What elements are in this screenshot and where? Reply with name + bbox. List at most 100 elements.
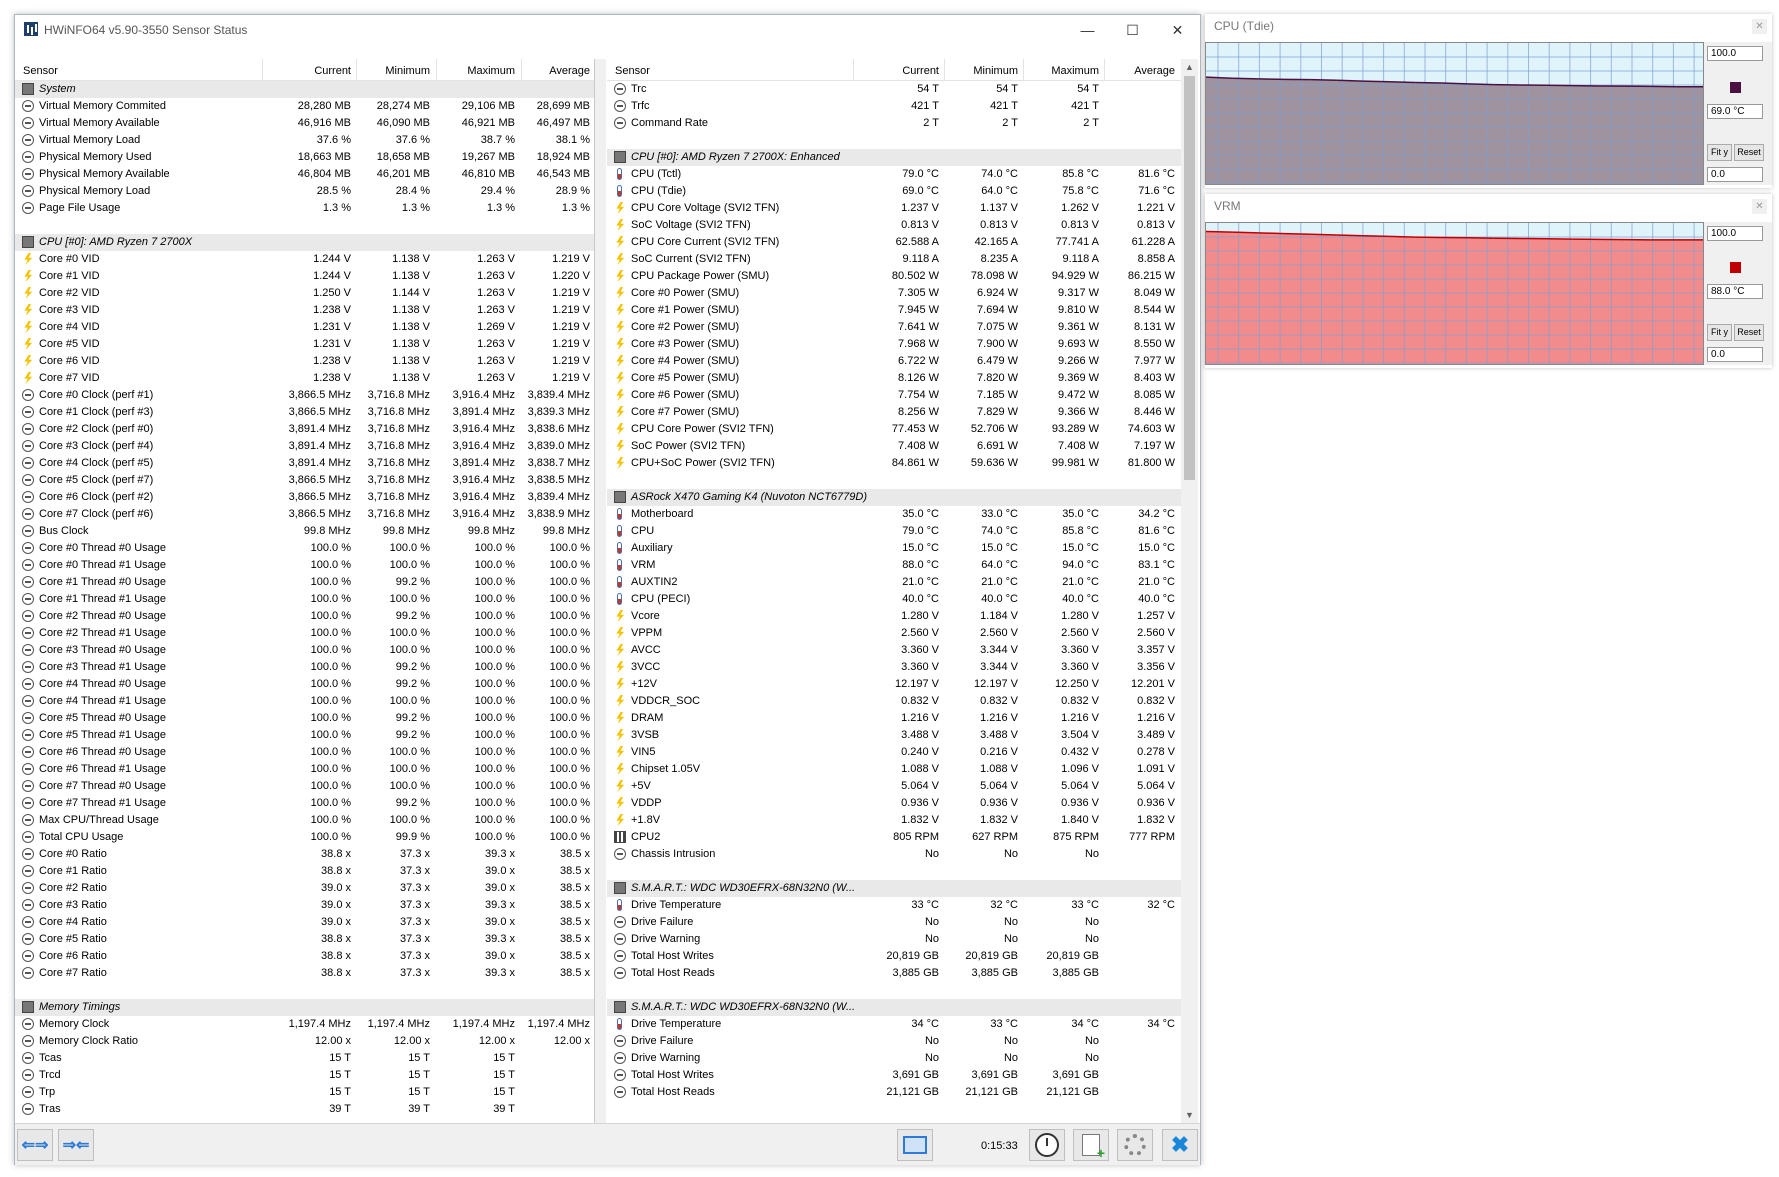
sensor-row[interactable]: Virtual Memory Load 37.6 % 37.6 % 38.7 % 38.…: [15, 132, 594, 149]
sensor-row[interactable]: VDDP 0.936 V 0.936 V 0.936 V 0.936 V: [607, 795, 1181, 812]
sensor-row[interactable]: Core #7 Thread #0 Usage 100.0 % 100.0 % 100…: [15, 778, 594, 795]
sensor-row[interactable]: Core #0 VID 1.244 V 1.138 V 1.263 V 1.219 V: [15, 251, 594, 268]
sensor-row[interactable]: Memory Clock Ratio 12.00 x 12.00 x 12.00 x 1…: [15, 1033, 594, 1050]
sensor-row[interactable]: Core #3 VID 1.238 V 1.138 V 1.263 V 1.219 V: [15, 302, 594, 319]
sensor-row[interactable]: Drive Temperature 33 °C 32 °C 33 °C 32 °C: [607, 897, 1181, 914]
sensor-row[interactable]: Physical Memory Load 28.5 % 28.4 % 29.4 % 28…: [15, 183, 594, 200]
graph-min-field[interactable]: 0.0: [1707, 167, 1763, 182]
sensor-group-header[interactable]: ASRock X470 Gaming K4 (Nuvoton NCT6779D): [607, 489, 1181, 506]
sensor-row[interactable]: Virtual Memory Available 46,916 MB 46,090 …: [15, 115, 594, 132]
sensor-row[interactable]: 3VSB 3.488 V 3.488 V 3.504 V 3.489 V: [607, 727, 1181, 744]
sensor-row[interactable]: CPU Core Power (SVI2 TFN) 77.453 W 52.706 …: [607, 421, 1181, 438]
sensor-row[interactable]: Core #2 Ratio 39.0 x 37.3 x 39.0 x 38.5 x: [15, 880, 594, 897]
column-minimum[interactable]: Minimum: [945, 65, 1018, 77]
vertical-scrollbar[interactable]: ▲ ▼: [1181, 59, 1198, 1123]
sensor-row[interactable]: CPU (PECI) 40.0 °C 40.0 °C 40.0 °C 40.0 °C: [607, 591, 1181, 608]
sensor-row[interactable]: Core #6 Ratio 38.8 x 37.3 x 39.0 x 38.5 x: [15, 948, 594, 965]
sensor-row[interactable]: SoC Voltage (SVI2 TFN) 0.813 V 0.813 V 0.81…: [607, 217, 1181, 234]
sensor-row[interactable]: Core #7 Clock (perf #6) 3,866.5 MHz 3,716.…: [15, 506, 594, 523]
sensor-row[interactable]: Auxiliary 15.0 °C 15.0 °C 15.0 °C 15.0 °C: [607, 540, 1181, 557]
close-window-button[interactable]: ✕: [1155, 15, 1200, 45]
sensor-row[interactable]: Core #6 Clock (perf #2) 3,866.5 MHz 3,716.…: [15, 489, 594, 506]
sensor-row[interactable]: Core #7 Thread #1 Usage 100.0 % 99.2 % 100.…: [15, 795, 594, 812]
sensor-row[interactable]: Core #6 VID 1.238 V 1.138 V 1.263 V 1.219 V: [15, 353, 594, 370]
sensor-row[interactable]: Motherboard 35.0 °C 33.0 °C 35.0 °C 34.2 °C: [607, 506, 1181, 523]
sensor-row[interactable]: CPU+SoC Power (SVI2 TFN) 84.861 W 59.636 W…: [607, 455, 1181, 472]
sensor-row[interactable]: Core #5 VID 1.231 V 1.138 V 1.263 V 1.219 V: [15, 336, 594, 353]
sensor-row[interactable]: +5V 5.064 V 5.064 V 5.064 V 5.064 V: [607, 778, 1181, 795]
sensor-row[interactable]: Core #1 Power (SMU) 7.945 W 7.694 W 9.810 W…: [607, 302, 1181, 319]
sensor-row[interactable]: Core #1 Thread #1 Usage 100.0 % 100.0 % 100…: [15, 591, 594, 608]
sensor-row[interactable]: Core #1 VID 1.244 V 1.138 V 1.263 V 1.220 V: [15, 268, 594, 285]
sensor-row[interactable]: Command Rate 2 T 2 T 2 T: [607, 115, 1181, 132]
minimize-button[interactable]: —: [1065, 15, 1110, 45]
sensor-row[interactable]: Core #6 Thread #1 Usage 100.0 % 100.0 % 100…: [15, 761, 594, 778]
sensor-row[interactable]: Total Host Writes 20,819 GB 20,819 GB 20,81…: [607, 948, 1181, 965]
sensor-group-header[interactable]: CPU [#0]: AMD Ryzen 7 2700X: [15, 234, 594, 251]
clock-reset-button[interactable]: [1029, 1129, 1065, 1161]
sensor-row[interactable]: Trp 15 T 15 T 15 T: [15, 1084, 594, 1101]
sensor-row[interactable]: Tcas 15 T 15 T 15 T: [15, 1050, 594, 1067]
column-current[interactable]: Current: [263, 65, 351, 77]
sensor-row[interactable]: Memory Clock 1,197.4 MHz 1,197.4 MHz 1,197.…: [15, 1016, 594, 1033]
sensor-row[interactable]: Core #4 Clock (perf #5) 3,891.4 MHz 3,716.…: [15, 455, 594, 472]
expand-columns-button[interactable]: ⇐⇒: [17, 1129, 53, 1161]
sensor-row[interactable]: DRAM 1.216 V 1.216 V 1.216 V 1.216 V: [607, 710, 1181, 727]
sensor-row[interactable]: Core #3 Power (SMU) 7.968 W 7.900 W 9.693 W…: [607, 336, 1181, 353]
sensor-row[interactable]: Physical Memory Used 18,663 MB 18,658 MB 19…: [15, 149, 594, 166]
reset-button[interactable]: Reset: [1734, 144, 1764, 161]
sensor-row[interactable]: Drive Warning No No No: [607, 1050, 1181, 1067]
sensor-row[interactable]: Chassis Intrusion No No No: [607, 846, 1181, 863]
sensor-row[interactable]: Drive Failure No No No: [607, 914, 1181, 931]
sensor-row[interactable]: Core #2 VID 1.250 V 1.144 V 1.263 V 1.219 V: [15, 285, 594, 302]
sensor-row[interactable]: Core #1 Clock (perf #3) 3,866.5 MHz 3,716.…: [15, 404, 594, 421]
column-average[interactable]: Average: [522, 65, 590, 77]
sensor-row[interactable]: Total Host Reads 21,121 GB 21,121 GB 21,121…: [607, 1084, 1181, 1101]
sensor-row[interactable]: Core #3 Clock (perf #4) 3,891.4 MHz 3,716.…: [15, 438, 594, 455]
sensor-row[interactable]: Core #5 Power (SMU) 8.126 W 7.820 W 9.369 W…: [607, 370, 1181, 387]
sensor-row[interactable]: Virtual Memory Commited 28,280 MB 28,274 M…: [15, 98, 594, 115]
sensor-row[interactable]: Core #6 Power (SMU) 7.754 W 7.185 W 9.472 W…: [607, 387, 1181, 404]
pane-splitter[interactable]: [595, 59, 606, 1123]
sensor-row[interactable]: Total CPU Usage 100.0 % 99.9 % 100.0 % 100.0…: [15, 829, 594, 846]
sensor-row[interactable]: Core #3 Thread #1 Usage 100.0 % 99.2 % 100.…: [15, 659, 594, 676]
sensor-row[interactable]: Core #5 Thread #1 Usage 100.0 % 99.2 % 100.…: [15, 727, 594, 744]
sensor-row[interactable]: Core #4 VID 1.231 V 1.138 V 1.269 V 1.219 V: [15, 319, 594, 336]
column-sensor[interactable]: Sensor: [23, 65, 58, 77]
sensor-row[interactable]: Bus Clock 99.8 MHz 99.8 MHz 99.8 MHz 99.8 MH…: [15, 523, 594, 540]
column-current[interactable]: Current: [854, 65, 939, 77]
sensor-row[interactable]: Core #0 Thread #0 Usage 100.0 % 100.0 % 100…: [15, 540, 594, 557]
sensor-row[interactable]: Core #5 Thread #0 Usage 100.0 % 99.2 % 100.…: [15, 710, 594, 727]
sensor-row[interactable]: Drive Failure No No No: [607, 1033, 1181, 1050]
sensor-row[interactable]: Total Host Reads 3,885 GB 3,885 GB 3,885 GB: [607, 965, 1181, 982]
sensor-row[interactable]: CPU Core Current (SVI2 TFN) 62.588 A 42.16…: [607, 234, 1181, 251]
sensor-row[interactable]: Core #4 Ratio 39.0 x 37.3 x 39.0 x 38.5 x: [15, 914, 594, 931]
sensor-row[interactable]: AVCC 3.360 V 3.344 V 3.360 V 3.357 V: [607, 642, 1181, 659]
sensor-row[interactable]: Vcore 1.280 V 1.184 V 1.280 V 1.257 V: [607, 608, 1181, 625]
sensor-row[interactable]: VRM 88.0 °C 64.0 °C 94.0 °C 83.1 °C: [607, 557, 1181, 574]
logging-button[interactable]: [1073, 1129, 1109, 1161]
graph-close-button[interactable]: ✕: [1752, 19, 1767, 34]
column-average[interactable]: Average: [1105, 65, 1175, 77]
sensor-row[interactable]: 3VCC 3.360 V 3.344 V 3.360 V 3.356 V: [607, 659, 1181, 676]
sensor-row[interactable]: SoC Current (SVI2 TFN) 9.118 A 8.235 A 9.11…: [607, 251, 1181, 268]
sensor-row[interactable]: CPU (Tctl) 79.0 °C 74.0 °C 85.8 °C 81.6 °C: [607, 166, 1181, 183]
collapse-columns-button[interactable]: ⇒⇐: [58, 1129, 94, 1161]
sensor-row[interactable]: Core #3 Thread #0 Usage 100.0 % 100.0 % 100…: [15, 642, 594, 659]
sensor-row[interactable]: +1.8V 1.832 V 1.832 V 1.840 V 1.832 V: [607, 812, 1181, 829]
sensor-row[interactable]: CPU (Tdie) 69.0 °C 64.0 °C 75.8 °C 71.6 °C: [607, 183, 1181, 200]
scroll-down-arrow-icon[interactable]: ▼: [1181, 1107, 1198, 1123]
sensor-row[interactable]: SoC Power (SVI2 TFN) 7.408 W 6.691 W 7.408 …: [607, 438, 1181, 455]
sensor-row[interactable]: Max CPU/Thread Usage 100.0 % 100.0 % 100.0 …: [15, 812, 594, 829]
reset-button[interactable]: Reset: [1734, 324, 1764, 341]
settings-button[interactable]: [1117, 1129, 1153, 1161]
sensor-row[interactable]: Tras 39 T 39 T 39 T: [15, 1101, 594, 1118]
fit-y-button[interactable]: Fit y: [1707, 324, 1732, 341]
sensor-row[interactable]: Physical Memory Available 46,804 MB 46,201…: [15, 166, 594, 183]
sensor-row[interactable]: Core #2 Clock (perf #0) 3,891.4 MHz 3,716.…: [15, 421, 594, 438]
column-minimum[interactable]: Minimum: [357, 65, 430, 77]
right-sensor-pane[interactable]: Sensor Current Minimum Maximum Average T…: [607, 59, 1181, 1123]
sensor-group-header[interactable]: System: [15, 81, 594, 98]
scrollbar-thumb[interactable]: [1184, 76, 1195, 480]
left-sensor-pane[interactable]: Sensor Current Minimum Maximum Average S…: [15, 59, 595, 1123]
